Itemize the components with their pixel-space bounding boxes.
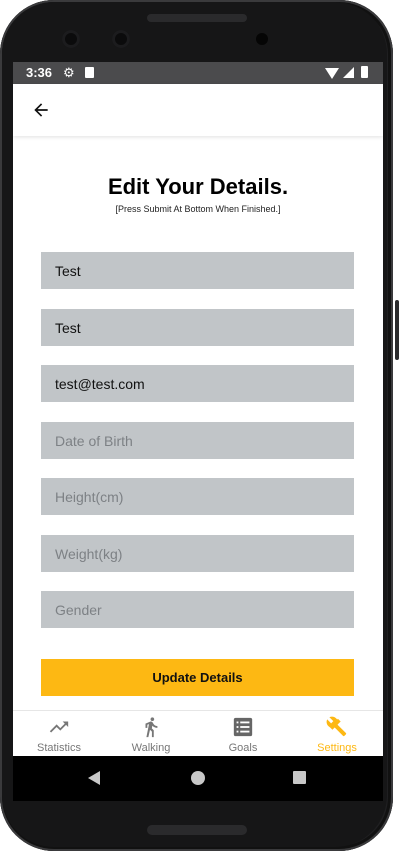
sd-card-icon bbox=[85, 67, 94, 78]
earpiece-speaker bbox=[147, 14, 247, 22]
system-navigation-bar bbox=[13, 756, 383, 801]
proximity-sensor bbox=[256, 33, 268, 45]
bottom-navigation: Statistics Walking Goals Settings bbox=[13, 710, 383, 757]
gear-icon: ⚙ bbox=[63, 65, 75, 80]
gender-field[interactable] bbox=[41, 591, 354, 628]
nav-label-statistics: Statistics bbox=[36, 742, 81, 754]
update-details-button[interactable]: Update Details bbox=[41, 659, 354, 696]
edit-details-form: Edit Your Details. [Press Submit At Bott… bbox=[13, 136, 383, 711]
page-title: Edit Your Details. bbox=[107, 174, 289, 199]
bottom-speaker bbox=[147, 825, 247, 835]
system-recents-icon[interactable] bbox=[293, 771, 306, 784]
nav-item-statistics[interactable]: Statistics bbox=[13, 711, 105, 757]
cell-signal-icon bbox=[343, 67, 354, 78]
nav-item-settings[interactable]: Settings bbox=[291, 711, 383, 757]
front-camera bbox=[62, 30, 80, 48]
battery-icon bbox=[361, 66, 368, 78]
list-icon bbox=[233, 717, 253, 737]
arrow-left-icon bbox=[34, 103, 48, 117]
nav-label-goals: Goals bbox=[228, 742, 258, 754]
status-time: 3:36 bbox=[26, 65, 53, 80]
front-camera-secondary bbox=[112, 30, 130, 48]
first-name-field[interactable] bbox=[41, 252, 354, 289]
date-of-birth-field[interactable] bbox=[41, 422, 354, 459]
email-field[interactable] bbox=[41, 365, 354, 402]
wifi-icon bbox=[325, 68, 339, 79]
power-button bbox=[395, 300, 399, 360]
nav-label-walking: Walking bbox=[131, 742, 171, 754]
system-back-icon[interactable] bbox=[88, 771, 100, 785]
weight-field[interactable] bbox=[41, 535, 354, 572]
page-subtitle: [Press Submit At Bottom When Finished.] bbox=[115, 204, 281, 214]
tools-icon bbox=[326, 716, 347, 737]
nav-item-goals[interactable]: Goals bbox=[197, 711, 289, 757]
nav-item-walking[interactable]: Walking bbox=[105, 711, 197, 757]
trending-up-icon bbox=[49, 721, 69, 733]
status-bar: 3:36 ⚙ bbox=[13, 62, 383, 84]
app-bar bbox=[13, 84, 383, 136]
back-button[interactable] bbox=[27, 96, 55, 124]
last-name-field[interactable] bbox=[41, 309, 354, 346]
phone-frame: 3:36 ⚙ Edit Your Details. [Press Submit … bbox=[0, 0, 399, 851]
height-field[interactable] bbox=[41, 478, 354, 515]
screen: 3:36 ⚙ Edit Your Details. [Press Submit … bbox=[13, 62, 383, 801]
nav-label-settings: Settings bbox=[317, 742, 357, 754]
system-home-icon[interactable] bbox=[191, 771, 205, 785]
walking-person-icon bbox=[145, 717, 158, 738]
